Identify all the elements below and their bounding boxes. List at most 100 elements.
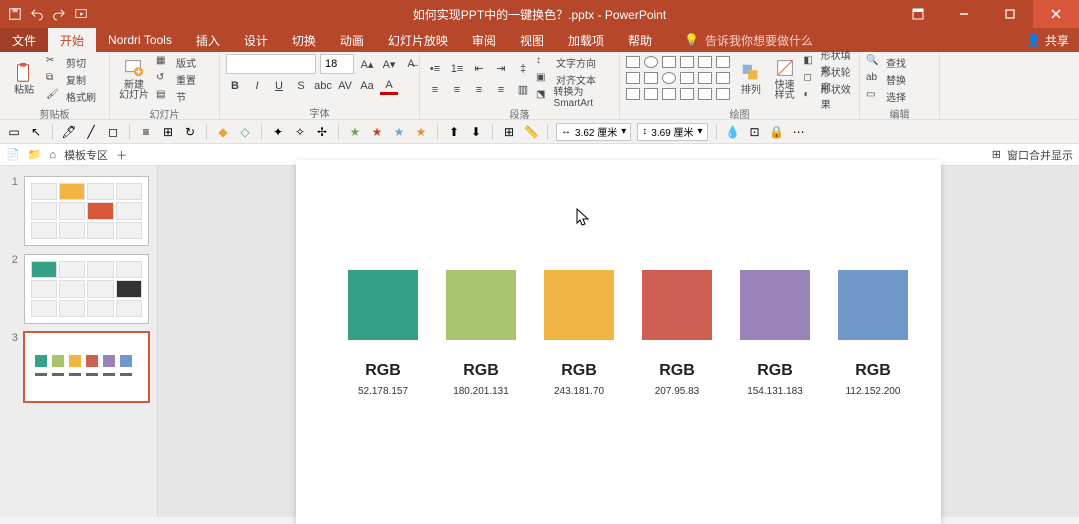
bc-merge-icon[interactable]: ⊞ (992, 148, 1001, 161)
tab-slideshow[interactable]: 幻灯片放映 (376, 28, 460, 52)
align-right-button[interactable]: ≡ (470, 81, 488, 99)
justify-button[interactable]: ≡ (492, 81, 510, 99)
case-button[interactable]: Aa (358, 77, 376, 95)
thumbnail-2[interactable]: 2 (0, 250, 157, 328)
undo-icon[interactable] (30, 7, 44, 21)
strike-button[interactable]: S (292, 77, 310, 95)
tb-crop-icon[interactable]: ⊡ (747, 124, 763, 140)
bc-new-icon[interactable]: 📄 (6, 148, 20, 161)
tellme-search[interactable]: 💡 告诉我你想要做什么 (684, 28, 813, 52)
slideshow-icon[interactable] (74, 7, 88, 21)
tb-fill-icon[interactable]: ◆ (215, 124, 231, 140)
formatpainter-button[interactable]: 🖌格式刷 (46, 88, 96, 104)
tb-anim3-icon[interactable]: ★ (391, 124, 407, 140)
tab-animations[interactable]: 动画 (328, 28, 376, 52)
tb-pointer-icon[interactable]: ▭ (6, 124, 22, 140)
textdir-button[interactable]: ↕文字方向 (536, 54, 613, 70)
swatch-5[interactable] (838, 270, 908, 340)
fontcolor-button[interactable]: A (380, 77, 398, 95)
tb-anim4-icon[interactable]: ★ (413, 124, 429, 140)
align-center-button[interactable]: ≡ (448, 81, 466, 99)
section-button[interactable]: ▤节 (156, 88, 196, 104)
tb-effect3-icon[interactable]: ✢ (314, 124, 330, 140)
tb-layer2-icon[interactable]: ⬇ (468, 124, 484, 140)
swatch-0[interactable] (348, 270, 418, 340)
tb-lock-icon[interactable]: 🔒 (769, 124, 785, 140)
fontname-input[interactable] (226, 54, 316, 74)
tb-layer1-icon[interactable]: ⬆ (446, 124, 462, 140)
bc-add-icon[interactable]: ＋ (116, 147, 127, 163)
tb-grid-icon[interactable]: ⊞ (501, 124, 517, 140)
align-left-button[interactable]: ≡ (426, 81, 444, 99)
indent-inc-button[interactable]: ⇥ (492, 60, 510, 78)
clear-format-button[interactable]: A̶ (402, 55, 420, 73)
underline-button[interactable]: U (270, 77, 288, 95)
minimize-icon[interactable] (941, 0, 987, 28)
reset-button[interactable]: ↺重置 (156, 71, 196, 87)
tb-line-icon[interactable]: ╱ (83, 124, 99, 140)
tab-transitions[interactable]: 切换 (280, 28, 328, 52)
width-input[interactable]: ↔3.62 厘米▾ (556, 123, 631, 141)
bc-merge-label[interactable]: 窗口合并显示 (1007, 147, 1073, 163)
shadow-button[interactable]: abc (314, 77, 332, 95)
swatch-3[interactable] (642, 270, 712, 340)
maximize-icon[interactable] (987, 0, 1033, 28)
replace-button[interactable]: ab替换 (866, 71, 906, 87)
smartart-button[interactable]: ⬔转换为 SmartArt (536, 88, 613, 104)
bc-templates[interactable]: 模板专区 (64, 147, 108, 163)
tb-group-icon[interactable]: ⊞ (160, 124, 176, 140)
bc-open-icon[interactable]: 📁 (28, 148, 42, 161)
fontsize-input[interactable] (320, 54, 354, 74)
shape-gallery[interactable] (626, 56, 732, 102)
paste-button[interactable]: 粘贴 (6, 55, 42, 103)
layout-button[interactable]: ▦版式 (156, 54, 196, 70)
newslide-button[interactable]: 新建 幻灯片 (116, 55, 152, 103)
tb-effect1-icon[interactable]: ✦ (270, 124, 286, 140)
shapeeffects-button[interactable]: ◐形状效果 (803, 88, 853, 104)
redo-icon[interactable] (52, 7, 66, 21)
height-input[interactable]: ↕3.69 厘米▾ (637, 123, 707, 141)
thumbnail-panel[interactable]: 1 2 3 (0, 166, 158, 517)
swatch-1[interactable] (446, 270, 516, 340)
bold-button[interactable]: B (226, 77, 244, 95)
tab-file[interactable]: 文件 (0, 28, 48, 52)
numbering-button[interactable]: 1≡ (448, 60, 466, 78)
thumbnail-3[interactable]: 3 (0, 328, 157, 406)
columns-button[interactable]: ▥ (514, 81, 532, 99)
tb-cursor-icon[interactable]: ↖ (28, 124, 44, 140)
quickstyles-button[interactable]: 快速样式 (770, 55, 800, 103)
slide[interactable]: RGB52.178.157RGB180.201.131RGB243.181.70… (296, 160, 941, 524)
indent-dec-button[interactable]: ⇤ (470, 60, 488, 78)
tb-anim2-icon[interactable]: ★ (369, 124, 385, 140)
tb-align-icon[interactable]: ≡ (138, 124, 154, 140)
tb-eyedrop-icon[interactable]: 💧 (725, 124, 741, 140)
ribbon-options-icon[interactable] (895, 0, 941, 28)
italic-button[interactable]: I (248, 77, 266, 95)
tb-rotate-icon[interactable]: ↻ (182, 124, 198, 140)
close-icon[interactable] (1033, 0, 1079, 28)
tb-effect2-icon[interactable]: ✧ (292, 124, 308, 140)
bc-home-icon[interactable]: ⌂ (49, 149, 56, 161)
find-button[interactable]: 🔍查找 (866, 54, 906, 70)
slide-canvas[interactable]: RGB52.178.157RGB180.201.131RGB243.181.70… (158, 166, 1079, 517)
save-icon[interactable] (8, 7, 22, 21)
bullets-button[interactable]: •≡ (426, 60, 444, 78)
arrange-button[interactable]: 排列 (736, 55, 766, 103)
cut-button[interactable]: ✂剪切 (46, 54, 96, 70)
shrink-font-button[interactable]: A▾ (380, 55, 398, 73)
grow-font-button[interactable]: A▴ (358, 55, 376, 73)
tab-design[interactable]: 设计 (232, 28, 280, 52)
tb-anim1-icon[interactable]: ★ (347, 124, 363, 140)
tb-outline-icon[interactable]: ◇ (237, 124, 253, 140)
linespacing-button[interactable]: ‡ (514, 60, 532, 78)
thumbnail-1[interactable]: 1 (0, 172, 157, 250)
tab-insert[interactable]: 插入 (184, 28, 232, 52)
tb-pen-icon[interactable]: 🖊 (61, 124, 77, 140)
tb-more-icon[interactable]: ⋯ (791, 124, 807, 140)
tab-help[interactable]: 帮助 (616, 28, 664, 52)
swatch-2[interactable] (544, 270, 614, 340)
tab-review[interactable]: 审阅 (460, 28, 508, 52)
share-button[interactable]: 👤 共享 (1016, 28, 1079, 52)
tb-ruler-icon[interactable]: 📏 (523, 124, 539, 140)
tab-addins[interactable]: 加载项 (556, 28, 616, 52)
